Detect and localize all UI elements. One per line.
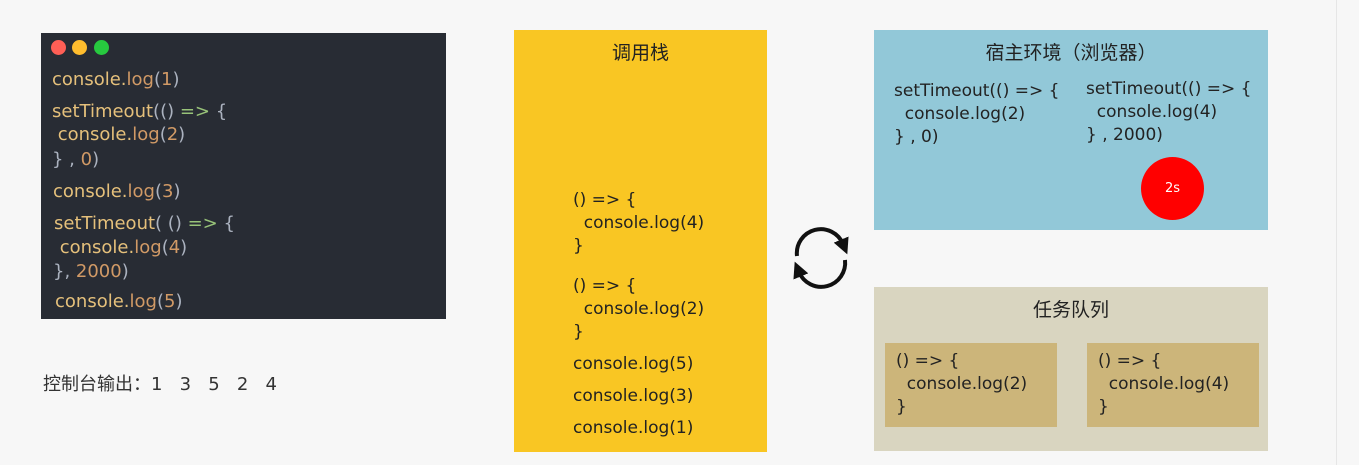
code-token: 2000 (75, 261, 122, 282)
code-token: ) (178, 124, 186, 145)
code-token: ( (153, 69, 161, 90)
queued-task-code: () => { console.log(4) } (1098, 351, 1230, 417)
code-token: ) (121, 261, 129, 282)
code-editor: console.log(1) setTimeout(() => { consol… (41, 33, 446, 319)
task-queue-title: 任务队列 (1032, 299, 1109, 321)
code-token: => (187, 213, 218, 234)
code-token: ( (156, 291, 164, 312)
code-token: }, (53, 261, 76, 282)
host-title: 宿主环境（浏览器） (985, 42, 1157, 64)
stack-frame: () => { console.log(4) } (573, 190, 705, 256)
code-token: log (126, 69, 154, 90)
code-line: setTimeout(() => { (52, 101, 227, 123)
code-token: console. (54, 237, 135, 258)
code-token: console. (55, 291, 130, 312)
code-token: ( (159, 124, 167, 145)
code-line: } , 0) (52, 149, 99, 171)
code-token: 2 (166, 124, 179, 145)
code-token: log (127, 181, 155, 202)
code-line: }, 2000) (53, 261, 129, 283)
code-line: console.log(3) (53, 181, 180, 203)
stack-frame: console.log(1) (573, 418, 694, 438)
code-line: console.log(2) (52, 124, 185, 146)
code-token: 1 (161, 69, 173, 90)
code-token: ( (154, 181, 162, 202)
code-token: 3 (162, 181, 174, 202)
code-line: setTimeout( () => { (54, 213, 235, 235)
code-line: console.log(5) (55, 291, 182, 313)
call-stack-title: 调用栈 (611, 42, 669, 64)
code-token: console. (52, 69, 127, 90)
code-token: console. (52, 124, 133, 145)
minimize-dot-icon (72, 40, 87, 55)
code-token: ) (92, 149, 100, 170)
code-token: { (210, 101, 228, 122)
code-token: 0 (80, 149, 93, 170)
code-token: ( () (155, 213, 188, 234)
code-token: => (179, 101, 211, 122)
stack-frame: console.log(5) (573, 354, 694, 374)
console-output: 控制台输出：1 3 5 2 4 (43, 374, 277, 395)
code-token: } , (52, 149, 81, 170)
host-timer: setTimeout(() => { console.log(4) } , 20… (1086, 79, 1252, 145)
stack-frame: console.log(3) (573, 386, 694, 406)
code-line: console.log(1) (52, 69, 179, 91)
maximize-dot-icon (94, 40, 109, 55)
code-token: console. (53, 181, 128, 202)
code-line: console.log(4) (54, 237, 187, 259)
code-token: 4 (168, 237, 181, 258)
close-dot-icon (51, 40, 66, 55)
stack-frame: () => { console.log(2) } (573, 276, 705, 342)
code-token: ) (173, 181, 181, 202)
page-divider (1336, 0, 1337, 465)
code-token: ) (172, 69, 180, 90)
code-token: { (217, 213, 235, 234)
code-token: 5 (164, 291, 176, 312)
code-token: log (134, 237, 162, 258)
code-token: log (132, 124, 160, 145)
code-token: ) (175, 291, 183, 312)
code-token: log (129, 291, 157, 312)
event-loop-icon (793, 227, 849, 289)
code-token: ( (161, 237, 169, 258)
code-token: ) (180, 237, 188, 258)
timer-badge: 2s (1141, 157, 1204, 220)
host-timer: setTimeout(() => { console.log(2) } , 0) (894, 81, 1060, 147)
queued-task-code: () => { console.log(2) } (896, 351, 1028, 417)
code-token: (() (153, 101, 180, 122)
code-token: setTimeout (52, 101, 154, 122)
code-token: setTimeout (54, 213, 156, 234)
